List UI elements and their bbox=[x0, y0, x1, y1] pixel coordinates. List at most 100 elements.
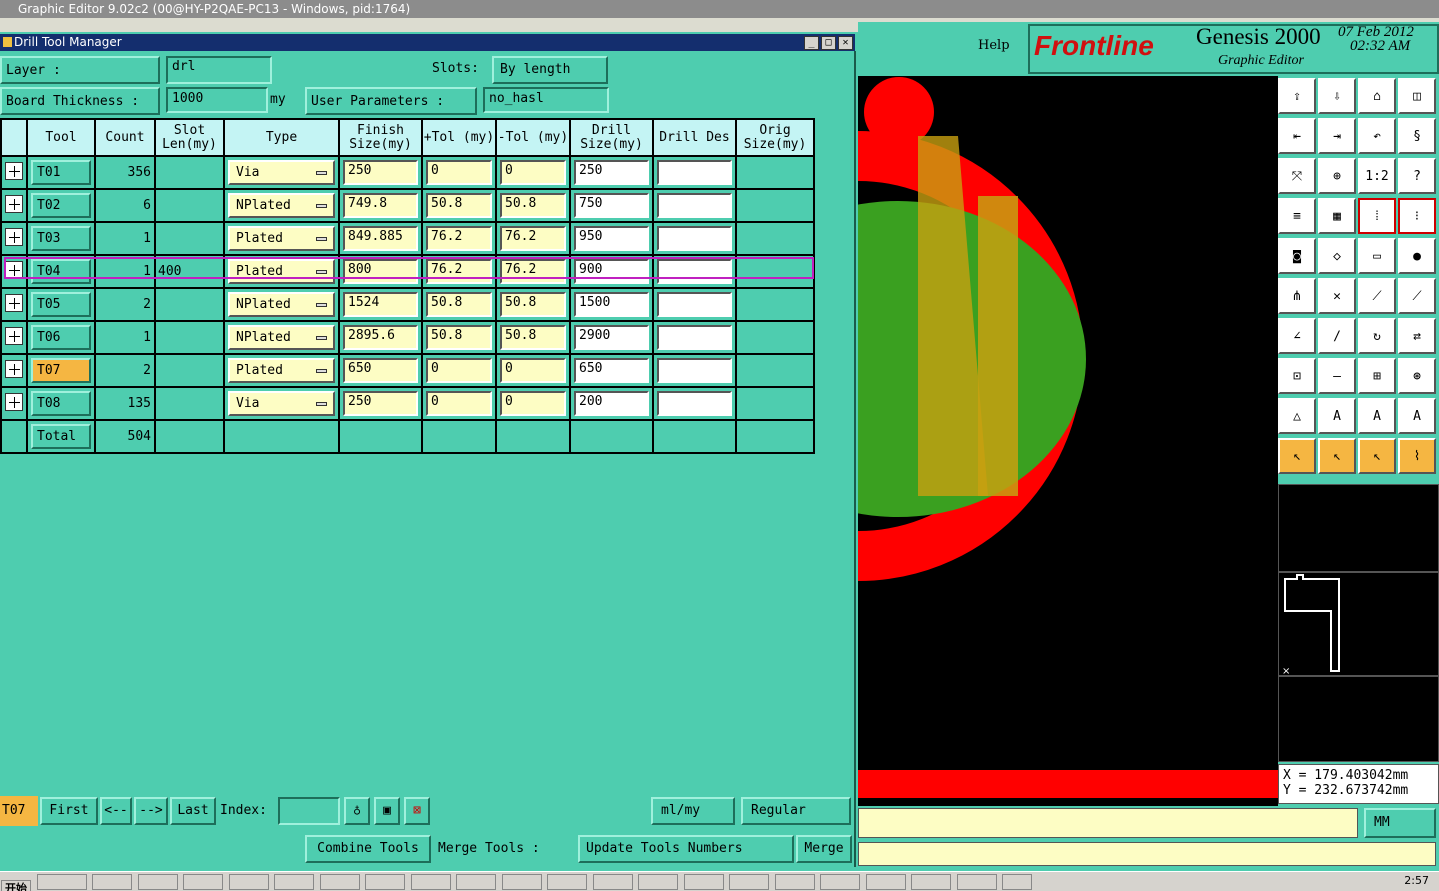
drill-des-input[interactable] bbox=[657, 292, 732, 317]
mtol-input[interactable]: 50.8 bbox=[500, 292, 566, 317]
ptol-input[interactable]: 50.8 bbox=[426, 193, 492, 218]
scale-icon[interactable]: 1:2 bbox=[1358, 158, 1396, 194]
ptol-input[interactable]: 50.8 bbox=[426, 325, 492, 350]
task-item[interactable] bbox=[36, 874, 87, 890]
task-item[interactable] bbox=[820, 874, 860, 890]
snap-icon[interactable]: § bbox=[1398, 118, 1436, 154]
move-right-icon[interactable]: ⇥ bbox=[1318, 118, 1356, 154]
task-item[interactable] bbox=[410, 874, 451, 890]
line-point-icon[interactable]: ⟋ bbox=[1358, 278, 1396, 314]
drill-des-input[interactable] bbox=[657, 160, 732, 185]
task-item[interactable] bbox=[183, 874, 223, 890]
ptol-input[interactable]: 50.8 bbox=[426, 292, 492, 317]
ptol-input[interactable]: 0 bbox=[426, 391, 492, 416]
triangle-icon[interactable]: △ bbox=[1278, 398, 1316, 434]
arc-icon[interactable]: ↻ bbox=[1358, 318, 1396, 354]
bulb-icon[interactable]: ♁ bbox=[344, 797, 370, 825]
combine-tools-button[interactable]: Combine Tools bbox=[305, 835, 431, 863]
update-tools-dropdown[interactable]: Update Tools Numbers bbox=[578, 835, 794, 863]
measure-icon[interactable]: ⊞ bbox=[1358, 358, 1396, 394]
drill-input[interactable]: 950 bbox=[574, 226, 649, 251]
mode-dropdown[interactable]: Regular bbox=[741, 797, 851, 825]
tool-button[interactable]: T05 bbox=[31, 292, 91, 317]
slots-dropdown[interactable]: By length bbox=[492, 56, 608, 84]
angle-icon[interactable]: ∠ bbox=[1278, 318, 1316, 354]
task-item[interactable] bbox=[319, 874, 360, 890]
layers-alt-icon[interactable]: ⁝ bbox=[1398, 198, 1436, 234]
route-icon[interactable]: ⌇ bbox=[1398, 438, 1436, 474]
pointer-icon[interactable]: ↖ bbox=[1278, 438, 1316, 474]
message-field[interactable] bbox=[858, 808, 1358, 838]
merge-button[interactable]: Merge bbox=[796, 835, 852, 863]
task-item[interactable] bbox=[592, 874, 633, 890]
tool-button[interactable]: T03 bbox=[31, 226, 91, 251]
task-item[interactable] bbox=[228, 874, 269, 890]
tool-button[interactable]: T06 bbox=[31, 325, 91, 350]
close-icon[interactable]: ✕ bbox=[838, 36, 853, 50]
maximize-icon[interactable]: □ bbox=[821, 36, 836, 50]
finish-input[interactable]: 849.885 bbox=[343, 226, 418, 251]
dot-icon[interactable]: ● bbox=[1398, 238, 1436, 274]
pad-add-icon[interactable]: ⊡ bbox=[1278, 358, 1316, 394]
triangle-d-icon[interactable]: A bbox=[1398, 398, 1436, 434]
task-item[interactable] bbox=[456, 874, 496, 890]
prev-button[interactable]: <-- bbox=[100, 797, 132, 825]
type-dropdown[interactable]: Plated bbox=[228, 358, 335, 383]
last-button[interactable]: Last bbox=[170, 797, 216, 825]
drill-input[interactable]: 2900 bbox=[574, 325, 649, 350]
start-button[interactable]: 开始 bbox=[1, 880, 31, 891]
overview-panel[interactable]: × bbox=[1278, 572, 1439, 677]
delete-icon[interactable]: ⊠ bbox=[404, 797, 430, 825]
task-item[interactable] bbox=[92, 874, 132, 890]
triangle-c-icon[interactable]: A bbox=[1358, 398, 1396, 434]
graphic-canvas[interactable] bbox=[858, 76, 1278, 806]
drill-des-input[interactable] bbox=[657, 226, 732, 251]
thickness-field[interactable]: 1000 bbox=[166, 87, 268, 113]
task-item[interactable] bbox=[1002, 874, 1032, 890]
expand-icon[interactable] bbox=[5, 161, 23, 180]
task-item[interactable] bbox=[274, 874, 314, 890]
zoom-fit-icon[interactable]: ⤧ bbox=[1278, 158, 1316, 194]
task-item[interactable] bbox=[638, 874, 678, 890]
next-button[interactable]: --> bbox=[134, 797, 168, 825]
task-item[interactable] bbox=[774, 874, 815, 890]
move-left-icon[interactable]: ⇤ bbox=[1278, 118, 1316, 154]
expand-icon[interactable] bbox=[5, 359, 23, 378]
drill-input[interactable]: 250 bbox=[574, 160, 649, 185]
mtol-input[interactable]: 0 bbox=[500, 391, 566, 416]
task-item[interactable] bbox=[729, 874, 769, 890]
task-item[interactable] bbox=[137, 874, 178, 890]
mtol-input[interactable]: 76.2 bbox=[500, 226, 566, 251]
expand-icon[interactable] bbox=[5, 326, 23, 345]
task-item[interactable] bbox=[911, 874, 951, 890]
tool-button[interactable]: T01 bbox=[31, 160, 91, 185]
triangle-b-icon[interactable]: A bbox=[1318, 398, 1356, 434]
layer-field[interactable]: drl bbox=[166, 56, 272, 84]
group-icon[interactable]: ⊛ bbox=[1398, 358, 1436, 394]
index-input[interactable] bbox=[278, 797, 340, 825]
drill-input[interactable]: 750 bbox=[574, 193, 649, 218]
expand-icon[interactable] bbox=[5, 194, 23, 213]
drill-des-input[interactable] bbox=[657, 391, 732, 416]
task-item[interactable] bbox=[865, 874, 906, 890]
finish-input[interactable]: 250 bbox=[343, 391, 418, 416]
mirror-icon[interactable]: ⇄ bbox=[1398, 318, 1436, 354]
expand-icon[interactable] bbox=[5, 392, 23, 411]
drill-des-input[interactable] bbox=[657, 358, 732, 383]
finish-input[interactable]: 650 bbox=[343, 358, 418, 383]
drill-input[interactable]: 200 bbox=[574, 391, 649, 416]
units-dropdown[interactable]: ml/my bbox=[651, 797, 735, 825]
finish-input[interactable]: 2895.6 bbox=[343, 325, 418, 350]
userparams-field[interactable]: no_hasl bbox=[483, 87, 609, 113]
window-icon[interactable]: ◫ bbox=[1398, 78, 1436, 114]
open-icon[interactable]: ⇪ bbox=[1278, 78, 1316, 114]
finish-input[interactable]: 749.8 bbox=[343, 193, 418, 218]
mtol-input[interactable]: 0 bbox=[500, 160, 566, 185]
line-point-alt-icon[interactable]: ⟋ bbox=[1398, 278, 1436, 314]
minimize-icon[interactable]: _ bbox=[804, 36, 819, 50]
finish-input[interactable]: 250 bbox=[343, 160, 418, 185]
type-dropdown[interactable]: Plated bbox=[228, 226, 335, 251]
command-field[interactable] bbox=[858, 842, 1436, 866]
task-item[interactable] bbox=[501, 874, 542, 890]
finish-input[interactable]: 1524 bbox=[343, 292, 418, 317]
